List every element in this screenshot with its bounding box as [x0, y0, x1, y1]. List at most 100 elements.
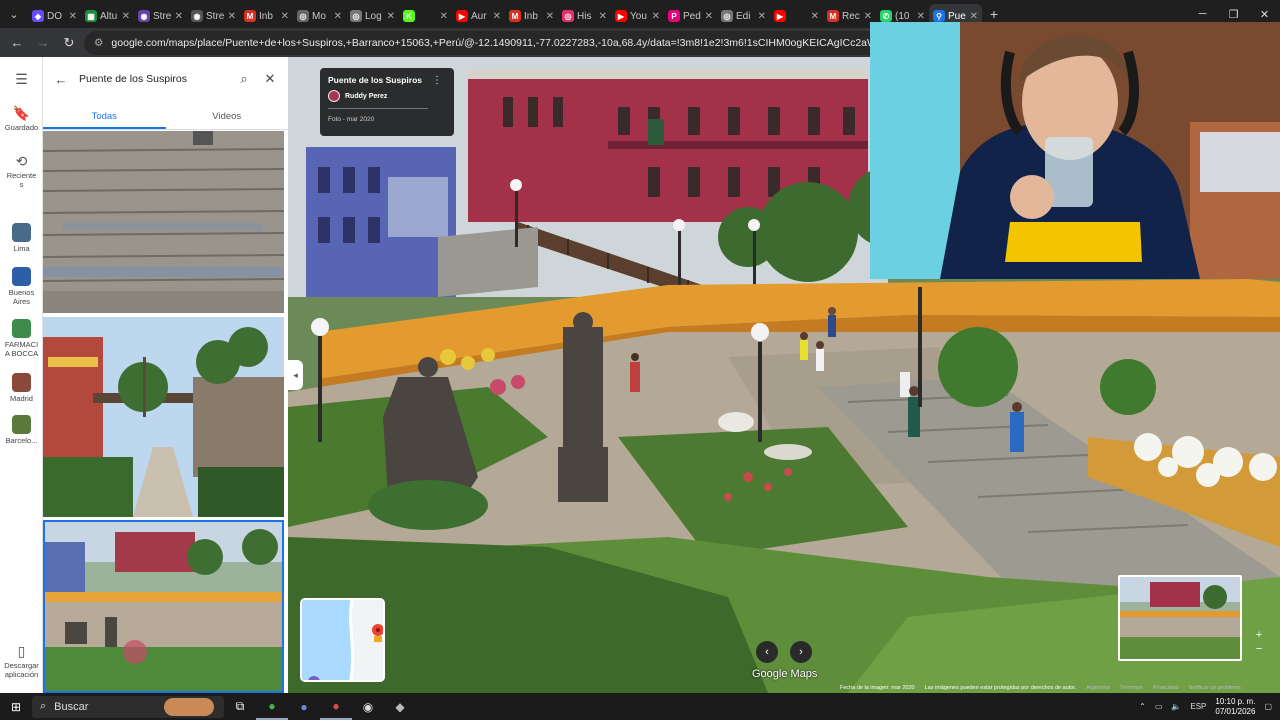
close-tab-icon[interactable]: ✕ [175, 11, 183, 22]
close-tab-icon[interactable]: ✕ [122, 11, 130, 22]
browser-tab[interactable]: ◎ Log ✕ [346, 4, 399, 28]
notifications-icon[interactable]: ▢ [1264, 702, 1272, 711]
browser-tab[interactable]: ▶ Aur ✕ [452, 4, 505, 28]
system-tray: ⌃ ▭ 🔈 ESP 10:10 p. m. 07/01/2026 ▢ [1139, 697, 1280, 717]
browser-tab[interactable]: ▶ You ✕ [611, 4, 664, 28]
zoom-out-icon[interactable]: − [1250, 642, 1268, 656]
browser-tab[interactable]: ◉ Stre ✕ [134, 4, 187, 28]
close-tab-icon[interactable]: ✕ [281, 11, 289, 22]
download-label: Descargar aplicación [4, 661, 39, 679]
browser-tab-label: Rec [842, 10, 860, 22]
tab-videos[interactable]: Videos [166, 101, 289, 129]
close-tab-icon[interactable]: ✕ [546, 11, 554, 22]
task-view-icon[interactable]: ⧉ [224, 693, 256, 720]
collapse-panel-button[interactable]: ◂ [288, 360, 303, 390]
next-photo-button[interactable]: › [790, 641, 812, 663]
browser-tab[interactable]: M Rec ✕ [823, 4, 876, 28]
browser-tab[interactable]: ▦ Altu ✕ [81, 4, 134, 28]
forward-icon[interactable]: → [32, 35, 54, 50]
zoom-in-icon[interactable]: + [1250, 628, 1268, 642]
back-arrow-icon[interactable]: ← [53, 72, 69, 87]
reload-icon[interactable]: ↻ [58, 35, 80, 51]
close-window-icon[interactable]: ✕ [1249, 8, 1280, 21]
mini-map[interactable] [300, 598, 385, 682]
photo-plaza-selected[interactable] [43, 520, 284, 693]
place-label: Barcelo... [5, 436, 38, 445]
minimize-icon[interactable]: ─ [1187, 8, 1218, 21]
youtube-icon: ▶ [774, 10, 786, 22]
browser-tab[interactable]: ◎ Edi ✕ [717, 4, 770, 28]
app-taskbar-icon[interactable]: ◆ [384, 693, 416, 720]
previous-photo-button[interactable]: ‹ [756, 641, 778, 663]
volume-icon[interactable]: 🔈 [1171, 702, 1181, 711]
browser-tab[interactable]: K ✕ [399, 4, 452, 28]
discord-taskbar-icon[interactable]: ● [288, 693, 320, 720]
menu-button[interactable]: ☰ [0, 71, 43, 89]
obs-taskbar-icon[interactable]: ◉ [352, 693, 384, 720]
clock[interactable]: 10:10 p. m. 07/01/2026 [1215, 697, 1255, 717]
browser-tab-label: His [577, 10, 592, 22]
close-tab-icon[interactable]: ✕ [387, 11, 395, 22]
tray-chevron-icon[interactable]: ⌃ [1139, 702, 1146, 711]
browser-tab[interactable]: ◉ Stre ✕ [187, 4, 240, 28]
report-problem-link[interactable]: Notificar un problema [1188, 685, 1240, 691]
recent-place-item[interactable]: Barcelo... [0, 415, 43, 445]
browser-tab[interactable]: P Ped ✕ [664, 4, 717, 28]
privacy-link[interactable]: Privacidad [1153, 685, 1179, 691]
recent-place-item[interactable]: Madrid [0, 373, 43, 403]
close-tab-icon[interactable]: ✕ [970, 11, 978, 22]
photo-stairs[interactable] [43, 131, 284, 313]
photo-thumbnail[interactable] [1118, 575, 1242, 661]
taskbar-search[interactable]: ⌕ Buscar [32, 695, 224, 718]
gmail-icon: M [827, 10, 839, 22]
browser-tab[interactable]: ▶ ✕ [770, 4, 823, 28]
zoom-controls: + − [1250, 628, 1268, 656]
browser-tab[interactable]: M Inb ✕ [240, 4, 293, 28]
site-info-icon[interactable]: ⚙ [94, 37, 103, 49]
close-tab-icon[interactable]: ✕ [599, 11, 607, 22]
viewer-footer: Fecha de la imagen: mar 2020 Las imágene… [840, 683, 1270, 693]
download-app-button[interactable]: ▯ Descargar aplicación [0, 643, 43, 679]
browser-tab[interactable]: ◎ His ✕ [558, 4, 611, 28]
recent-place-item[interactable]: FARMACI A BOCCA [0, 319, 43, 358]
tab-search-icon[interactable]: ⌄ [0, 0, 28, 28]
close-tab-icon[interactable]: ✕ [69, 11, 77, 22]
language-indicator[interactable]: ESP [1190, 702, 1206, 711]
close-tab-icon[interactable]: ✕ [811, 11, 819, 22]
recent-place-item[interactable]: Lima [0, 223, 43, 253]
browser-tab[interactable]: M Inb ✕ [505, 4, 558, 28]
search-query[interactable]: Puente de los Suspiros [79, 73, 226, 85]
saved-button[interactable]: 🔖 Guardado [0, 105, 43, 132]
country-link[interactable]: Argentina [1086, 685, 1110, 691]
windows-start-icon[interactable]: ⊞ [0, 700, 32, 714]
browser-tab-label: Aur [471, 10, 487, 22]
chrome-profile-taskbar-icon[interactable]: ● [320, 693, 352, 720]
search-icon[interactable]: ⌕ [236, 71, 252, 87]
close-tab-icon[interactable]: ✕ [228, 11, 236, 22]
close-tab-icon[interactable]: ✕ [917, 11, 925, 22]
network-icon[interactable]: ▭ [1155, 702, 1163, 711]
chrome-taskbar-icon[interactable]: ● [256, 693, 288, 720]
recent-place-item[interactable]: Buenos Aires [0, 267, 43, 306]
browser-tab[interactable]: ◎ Mo ✕ [293, 4, 346, 28]
more-options-icon[interactable]: ⋮ [432, 75, 442, 86]
back-icon[interactable]: ← [6, 35, 28, 50]
recent-button[interactable]: ⟲ Reciente s [0, 153, 43, 189]
new-tab-button[interactable]: + [982, 6, 1006, 22]
photo-bridge-alley[interactable] [43, 317, 284, 517]
clear-icon[interactable]: ✕ [262, 71, 278, 87]
close-tab-icon[interactable]: ✕ [758, 11, 766, 22]
restore-icon[interactable]: ❐ [1218, 8, 1249, 21]
close-tab-icon[interactable]: ✕ [334, 11, 342, 22]
terms-link[interactable]: Términos [1120, 685, 1143, 691]
close-tab-icon[interactable]: ✕ [652, 11, 660, 22]
close-tab-icon[interactable]: ✕ [705, 11, 713, 22]
browser-tab[interactable]: ◆ DO ✕ [28, 4, 81, 28]
close-tab-icon[interactable]: ✕ [864, 11, 872, 22]
close-tab-icon[interactable]: ✕ [493, 11, 501, 22]
tab-all[interactable]: Todas [43, 101, 166, 129]
kick-icon: K [403, 10, 415, 22]
window-controls: ─ ❐ ✕ [1187, 8, 1280, 21]
author-row[interactable]: Ruddy Perez [328, 90, 446, 102]
close-tab-icon[interactable]: ✕ [440, 11, 448, 22]
